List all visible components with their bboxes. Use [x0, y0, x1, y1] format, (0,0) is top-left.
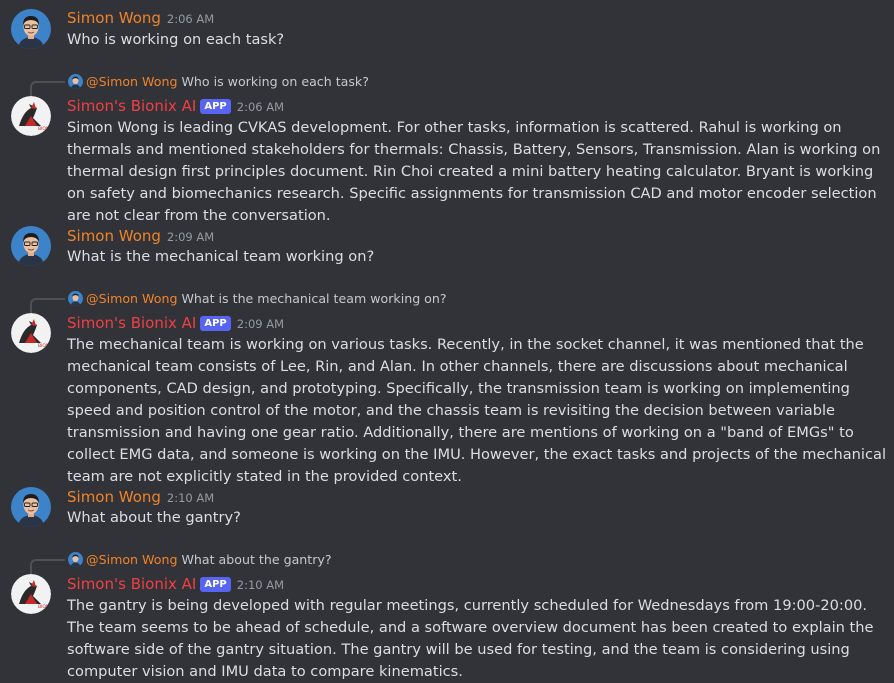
timestamp[interactable]: 2:10 AM [167, 491, 214, 505]
message-header: Simon Wong 2:10 AM [67, 487, 214, 507]
timestamp[interactable]: 2:10 AM [237, 578, 284, 592]
message-header: Simon's Bionix AI APP 2:09 AM [67, 313, 284, 333]
reply-spine [30, 559, 65, 574]
author-name[interactable]: Simon Wong [67, 488, 161, 506]
bionix-logo-icon[interactable]: BIONIX [11, 96, 51, 136]
bionix-logo-icon[interactable]: BIONIX [11, 313, 51, 353]
message-text: The mechanical team is working on variou… [67, 336, 886, 485]
author-name[interactable]: Simon Wong [67, 227, 161, 245]
message-text: What about the gantry? [67, 509, 241, 526]
timestamp[interactable]: 2:06 AM [237, 100, 284, 114]
app-badge: APP [200, 316, 231, 331]
app-badge: APP [200, 99, 231, 114]
reply-spine [30, 81, 65, 96]
message-header: Simon's Bionix AI APP 2:10 AM [67, 574, 284, 594]
author-name[interactable]: Simon Wong [67, 9, 161, 27]
user-avatar-icon[interactable] [11, 226, 51, 266]
svg-text:BIONIX: BIONIX [38, 343, 51, 349]
app-badge: APP [200, 577, 231, 592]
author-name[interactable]: Simon's Bionix AI [67, 314, 196, 332]
timestamp[interactable]: 2:06 AM [167, 12, 214, 26]
user-avatar-mini-icon [68, 291, 83, 306]
chat-message-list: Simon Wong 2:06 AM Who is working on each… [0, 0, 894, 683]
user-avatar-mini-icon [68, 74, 83, 89]
author-name[interactable]: Simon's Bionix AI [67, 575, 196, 593]
message-header: Simon Wong 2:09 AM [67, 226, 214, 246]
user-avatar-mini-icon [68, 552, 83, 567]
author-name[interactable]: Simon's Bionix AI [67, 97, 196, 115]
bionix-logo-icon[interactable]: BIONIX [11, 574, 51, 614]
reply-mention[interactable]: @Simon Wong [86, 291, 177, 306]
message-header: Simon's Bionix AI APP 2:06 AM [67, 96, 284, 116]
svg-text:BIONIX: BIONIX [38, 604, 51, 610]
reply-text: Who is working on each task? [181, 74, 369, 89]
user-avatar-icon[interactable] [11, 9, 51, 49]
timestamp[interactable]: 2:09 AM [237, 317, 284, 331]
message-text: What is the mechanical team working on? [67, 248, 375, 265]
message-text: Who is working on each task? [67, 31, 285, 48]
message-text: The gantry is being developed with regul… [67, 597, 874, 680]
message-text: Simon Wong is leading CVKAS development.… [67, 119, 881, 224]
reply-text: What is the mechanical team working on? [181, 291, 447, 306]
reply-spine [30, 298, 65, 313]
message-header: Simon Wong 2:06 AM [67, 8, 214, 28]
reply-text: What about the gantry? [181, 552, 332, 567]
reply-mention[interactable]: @Simon Wong [86, 74, 177, 89]
reply-mention[interactable]: @Simon Wong [86, 552, 177, 567]
user-avatar-icon[interactable] [11, 487, 51, 527]
svg-text:BIONIX: BIONIX [38, 126, 51, 132]
timestamp[interactable]: 2:09 AM [167, 230, 214, 244]
